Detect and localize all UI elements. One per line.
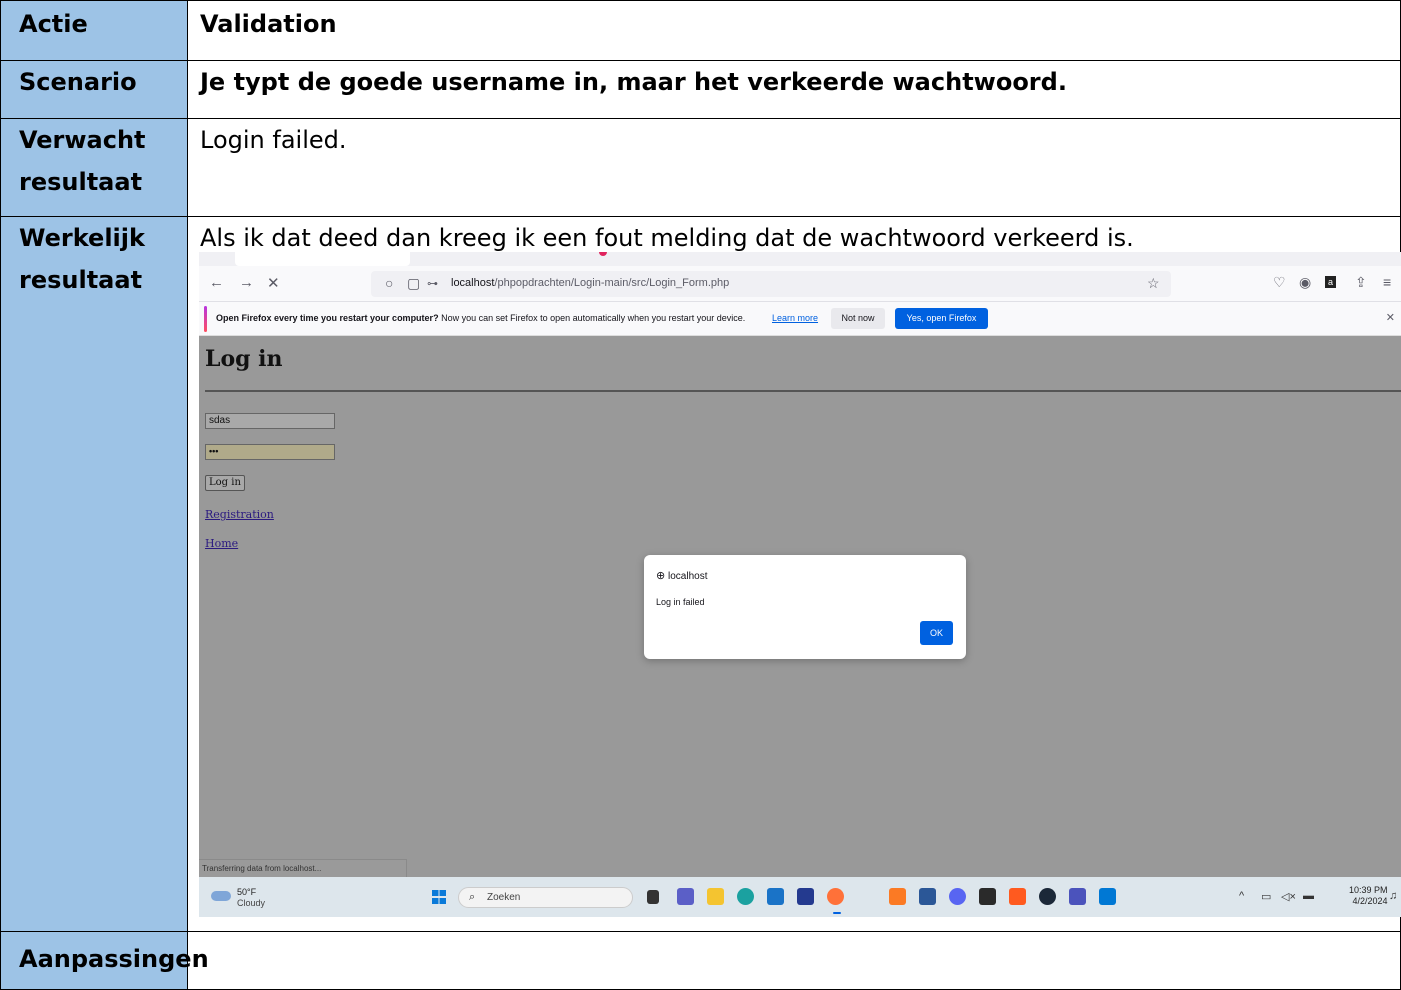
row-aanpassingen: Aanpassingen: [0, 931, 1401, 990]
username-field[interactable]: sdas: [205, 413, 335, 429]
account-icon[interactable]: ◉: [1299, 274, 1311, 291]
label-actie: Actie: [0, 1, 188, 60]
label-verwacht-line1: Verwacht: [19, 126, 146, 154]
page-icon: ▢: [407, 275, 421, 291]
label-werkelijk-line1: Werkelijk: [19, 224, 145, 252]
steam-icon[interactable]: [1039, 888, 1056, 905]
browser-tab[interactable]: [235, 252, 410, 266]
firefox-active-indicator: [833, 912, 841, 914]
pocket-icon[interactable]: ♡: [1273, 274, 1286, 291]
row-verwacht-resultaat: Verwacht resultaat Login failed.: [0, 118, 1401, 216]
page-divider: [205, 390, 1401, 392]
taskbar-clock[interactable]: 10:39 PM 4/2/2024: [1349, 885, 1388, 907]
windows-taskbar: 50°F Cloudy ⌕ Zoeken ^ ▭ ◁× ▬ 10:39 PM 4…: [199, 877, 1401, 917]
clock-date: 4/2/2024: [1352, 896, 1388, 906]
password-field[interactable]: •••: [205, 444, 335, 460]
label-verwacht-resultaat: Verwacht resultaat: [0, 119, 188, 216]
browser-tab-strip: [199, 252, 1401, 266]
label-werkelijk-line2: resultaat: [19, 266, 143, 294]
label-aanpassingen: Aanpassingen: [0, 932, 209, 990]
key-icon[interactable]: ⊶: [427, 277, 438, 290]
registration-link[interactable]: Registration: [205, 508, 274, 521]
forward-icon[interactable]: →: [239, 274, 254, 291]
xampp-icon[interactable]: [889, 888, 906, 905]
alert-dialog: ⊕ localhost Log in failed OK: [644, 555, 966, 659]
firefox-icon[interactable]: [827, 888, 844, 905]
globe-icon: ⊕: [656, 570, 666, 582]
login-page-title: Log in: [205, 346, 283, 372]
vscode-icon[interactable]: [1099, 888, 1116, 905]
taskbar-search[interactable]: ⌕ Zoeken: [458, 887, 633, 908]
infobar-close-icon[interactable]: ✕: [1386, 311, 1395, 324]
weather-condition: Cloudy: [237, 898, 266, 908]
url-text[interactable]: localhost/phpopdrachten/Login-main/src/L…: [451, 277, 729, 289]
app-icon[interactable]: [797, 888, 814, 905]
row-scenario: Scenario Je typt de goede username in, m…: [0, 60, 1401, 118]
firefox-infobar: Open Firefox every time you restart your…: [199, 302, 1401, 336]
epic-games-icon[interactable]: [979, 888, 996, 905]
tab-indicator-icon: [599, 252, 607, 256]
embedded-screenshot: ← → ✕ ○ ▢ ⊶ localhost/phpopdrachten/Logi…: [199, 252, 1401, 917]
value-scenario: Je typt de goede username in, maar het v…: [188, 61, 1401, 118]
search-icon: ⌕: [469, 891, 476, 903]
share-icon[interactable]: ⇪: [1355, 274, 1367, 291]
value-verwacht-resultaat: Login failed.: [188, 119, 1401, 216]
store-icon[interactable]: [767, 888, 784, 905]
clock-time: 10:39 PM: [1349, 885, 1388, 895]
weather-temperature: 50°F: [237, 887, 257, 897]
value-actie: Validation: [188, 1, 1401, 60]
dialog-message: Log in failed: [656, 597, 705, 607]
network-icon[interactable]: ▭: [1261, 890, 1271, 903]
infobar-message: Open Firefox every time you restart your…: [216, 313, 746, 323]
url-bar[interactable]: ○ ▢ ⊶ localhost/phpopdrachten/Login-main…: [371, 271, 1171, 297]
login-button[interactable]: Log in: [205, 475, 245, 491]
search-placeholder: Zoeken: [487, 892, 521, 903]
row-actie: Actie Validation: [0, 0, 1401, 60]
yes-open-firefox-button[interactable]: Yes, open Firefox: [895, 308, 988, 329]
teams-icon[interactable]: [677, 888, 694, 905]
windows-start-icon[interactable]: [432, 890, 446, 904]
file-explorer-icon[interactable]: [707, 888, 724, 905]
teams-work-icon[interactable]: [1069, 888, 1086, 905]
app-orange-icon[interactable]: [1009, 888, 1026, 905]
status-bar: Transferring data from localhost...: [199, 859, 407, 877]
discord-icon[interactable]: [949, 888, 966, 905]
shield-icon[interactable]: ○: [385, 275, 393, 291]
infobar-accent: [204, 306, 207, 332]
dialog-origin: ⊕ localhost: [656, 570, 708, 582]
cloud-icon: [211, 891, 231, 901]
edge-icon[interactable]: [737, 888, 754, 905]
amazon-icon[interactable]: a: [1325, 276, 1336, 288]
back-icon[interactable]: ←: [209, 274, 224, 291]
dialog-ok-button[interactable]: OK: [920, 621, 953, 645]
battery-icon[interactable]: ▬: [1303, 890, 1314, 902]
stop-icon[interactable]: ✕: [267, 274, 280, 292]
browser-navbar: ← → ✕ ○ ▢ ⊶ localhost/phpopdrachten/Logi…: [199, 266, 1401, 302]
not-now-button[interactable]: Not now: [831, 308, 885, 329]
tray-chevron-icon[interactable]: ^: [1239, 890, 1244, 902]
word-icon[interactable]: [919, 888, 936, 905]
label-verwacht-line2: resultaat: [19, 168, 143, 196]
volume-icon[interactable]: ◁×: [1281, 890, 1296, 903]
home-link[interactable]: Home: [205, 537, 238, 550]
bookmark-star-icon[interactable]: ☆: [1147, 275, 1160, 292]
value-aanpassingen: [188, 932, 1401, 990]
notification-bell-icon[interactable]: ♫: [1389, 890, 1397, 902]
label-scenario: Scenario: [0, 61, 188, 118]
label-werkelijk-resultaat: Werkelijk resultaat: [0, 217, 188, 931]
menu-icon[interactable]: ≡: [1383, 274, 1391, 290]
test-case-table: Actie Validation Scenario Je typt de goe…: [0, 0, 1401, 990]
task-view-icon[interactable]: [647, 890, 659, 904]
learn-more-link[interactable]: Learn more: [772, 313, 818, 323]
